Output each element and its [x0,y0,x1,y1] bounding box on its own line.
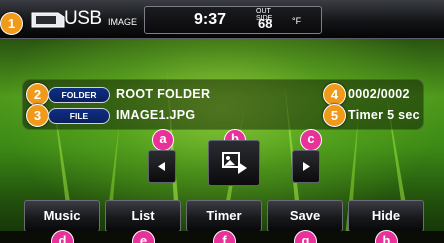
callout-2: 2 [26,83,49,106]
callout-4: 4 [323,83,346,106]
folder-name: ROOT FOLDER [116,87,211,101]
clock: 9:37 [194,11,227,28]
source-title: USB [64,8,102,29]
source-subtitle: IMAGE [108,17,138,27]
temperature-unit: °F [292,16,302,26]
callout-c: c [300,129,322,151]
timer-button[interactable]: Timer [186,200,262,232]
next-image-button[interactable] [292,150,320,183]
hide-button[interactable]: Hide [348,200,424,232]
callout-a: a [152,129,174,151]
previous-image-button[interactable] [148,150,176,183]
file-name: IMAGE1.JPG [116,108,196,122]
outside-temperature: 68 [258,16,273,31]
file-counter: 0002/0002 [348,87,410,101]
callout-5: 5 [323,104,346,127]
screen: USB IMAGE 9:37 OUT SIDE 68 °F 1 2 FOLDER … [0,0,444,243]
triangle-left-icon [158,162,165,171]
slideshow-button[interactable] [208,140,260,186]
file-pill: FILE [48,108,110,124]
usb-drive-icon [28,10,68,30]
list-button[interactable]: List [105,200,181,232]
slideshow-play-icon [222,152,247,174]
slideshow-timer: Timer 5 sec [348,108,420,122]
triangle-right-icon [303,162,310,171]
save-button[interactable]: Save [267,200,343,232]
callout-1: 1 [0,12,23,35]
callout-3: 3 [26,104,49,127]
folder-pill: FOLDER [48,87,110,103]
music-button[interactable]: Music [24,200,100,232]
